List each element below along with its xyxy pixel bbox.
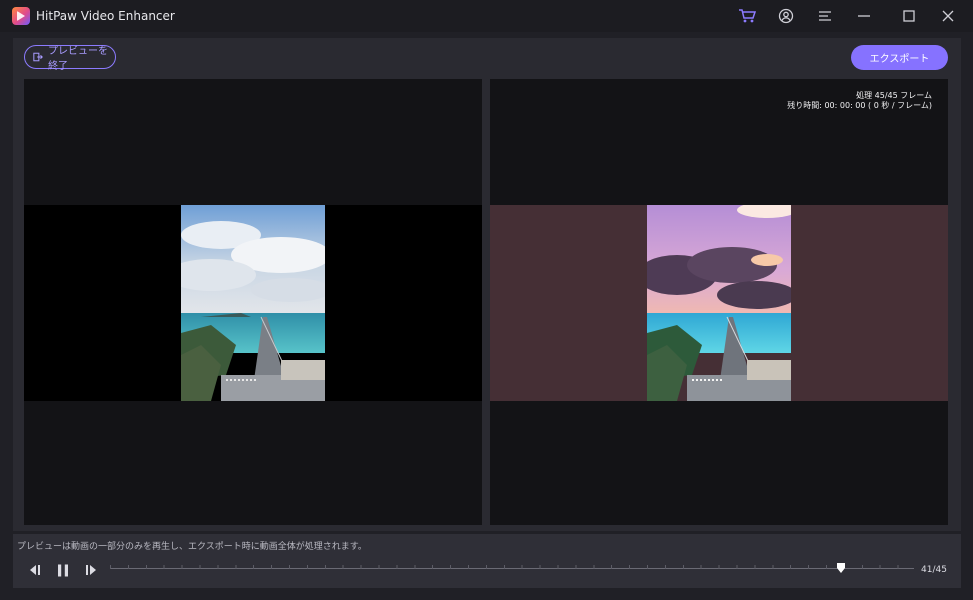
timeline-ticks	[110, 565, 914, 569]
app-window: HitPaw Video Enhancer プレビューを終了 エクスポート 処理…	[0, 0, 973, 600]
original-video-frame	[181, 205, 325, 401]
preview-panel: プレビューを終了 エクスポート 処理 45/45 フレーム 残り時間: 00: …	[13, 38, 961, 531]
processing-info: 処理 45/45 フレーム 残り時間: 00: 00: 00 ( 0 秒 / フ…	[787, 91, 932, 111]
next-frame-button[interactable]	[84, 562, 100, 578]
pause-button[interactable]	[55, 562, 71, 578]
exit-icon	[33, 52, 43, 62]
minimize-icon[interactable]	[853, 6, 875, 26]
exit-preview-label: プレビューを終了	[48, 46, 109, 72]
enhanced-video-backdrop	[490, 205, 948, 401]
cart-icon[interactable]	[736, 6, 758, 26]
step-forward-icon	[86, 565, 96, 575]
previous-frame-button[interactable]	[26, 562, 42, 578]
step-back-icon	[30, 565, 40, 575]
export-button[interactable]: エクスポート	[851, 45, 948, 70]
maximize-icon[interactable]	[898, 6, 920, 26]
account-icon[interactable]	[775, 6, 797, 26]
playhead-marker-icon	[837, 563, 845, 573]
frame-counter: 41/45	[921, 565, 947, 575]
app-title: HitPaw Video Enhancer	[36, 9, 175, 23]
timeline-playhead[interactable]	[836, 559, 846, 573]
enhanced-video-pane: 処理 45/45 フレーム 残り時間: 00: 00: 00 ( 0 秒 / フ…	[490, 79, 948, 525]
original-video-backdrop	[24, 205, 482, 401]
pause-icon	[58, 564, 68, 576]
frame-timeline[interactable]	[110, 563, 914, 574]
title-bar: HitPaw Video Enhancer	[0, 0, 973, 32]
preview-hint-text: プレビューは動画の一部分のみを再生し、エクスポート時に動画全体が処理されます。	[17, 542, 367, 552]
remaining-time-text: 残り時間: 00: 00: 00 ( 0 秒 / フレーム)	[787, 101, 932, 110]
close-icon[interactable]	[937, 6, 959, 26]
enhanced-video-frame	[647, 205, 791, 401]
menu-icon[interactable]	[814, 6, 836, 26]
app-logo-icon	[12, 7, 30, 25]
playback-bar: プレビューは動画の一部分のみを再生し、エクスポート時に動画全体が処理されます。 …	[13, 534, 961, 588]
processed-frames-text: 処理 45/45 フレーム	[856, 91, 932, 100]
original-video-pane	[24, 79, 482, 525]
exit-preview-button[interactable]: プレビューを終了	[24, 45, 116, 72]
